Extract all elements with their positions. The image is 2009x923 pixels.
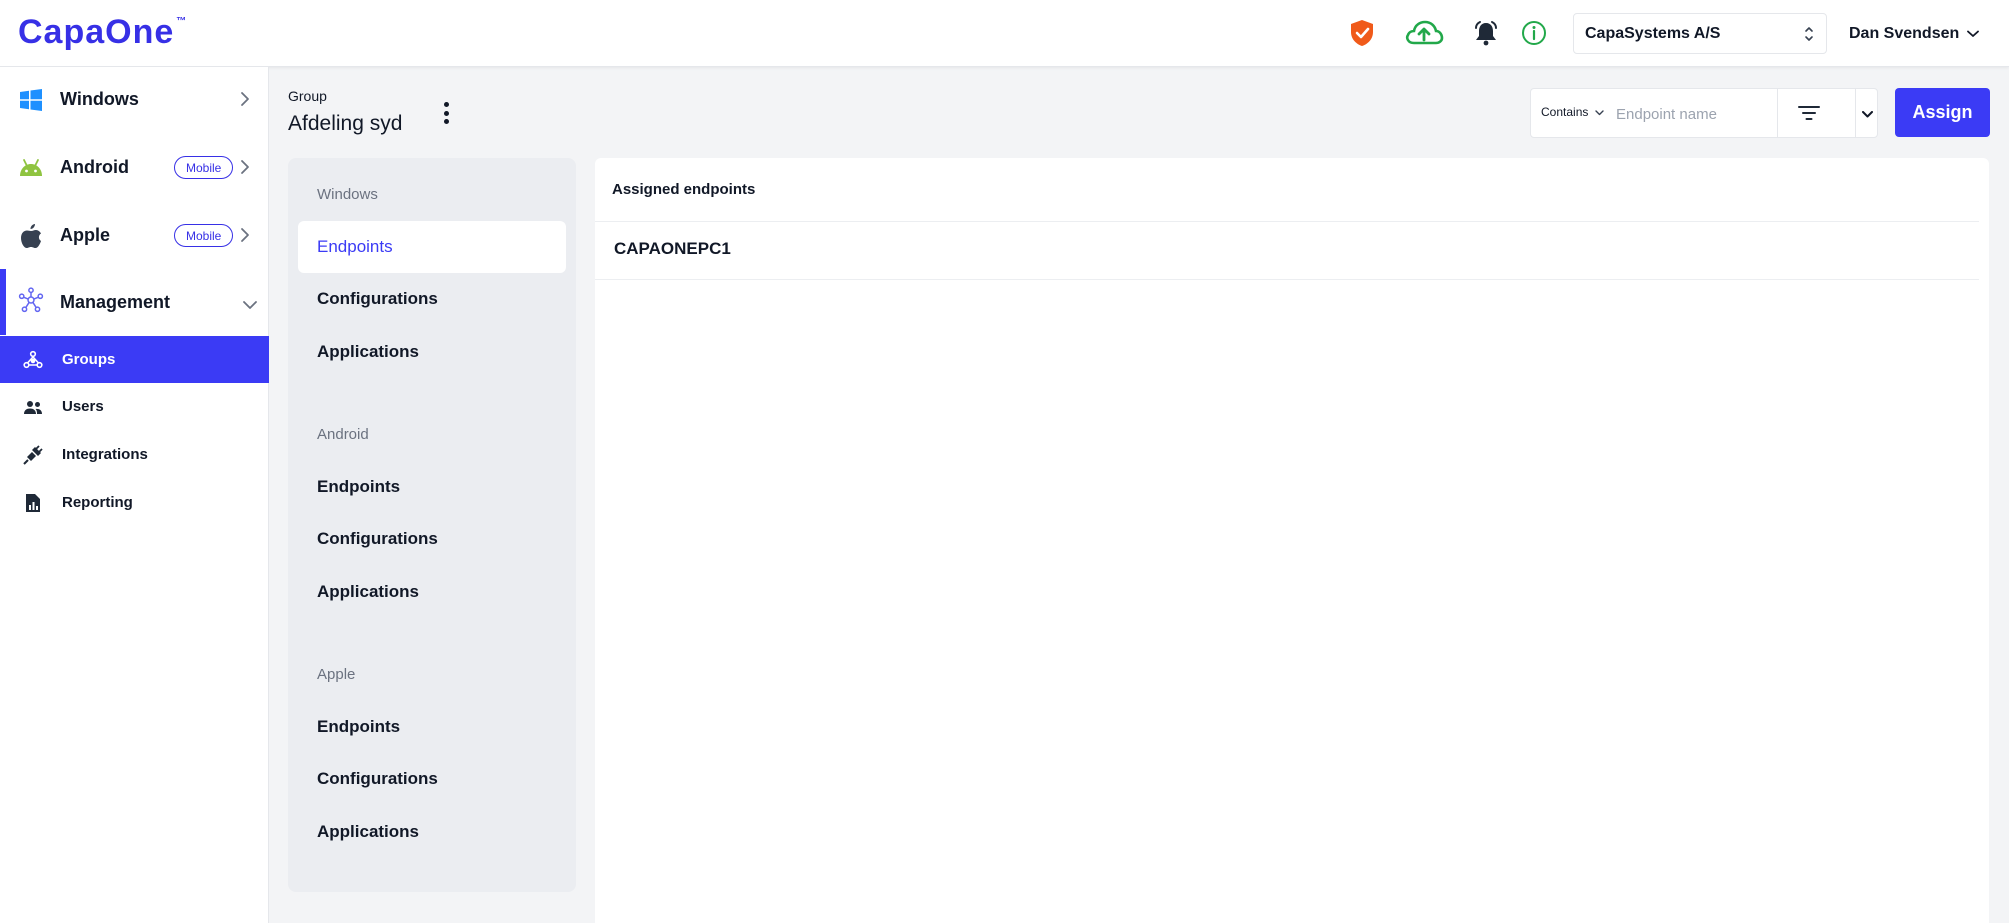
top-header: CapaOne ™ CapaSystems A/S Dan Svendsen [0,0,2009,67]
report-icon [23,493,43,513]
sidebar-subitem-integrations[interactable]: Integrations [0,431,269,478]
filter-icon[interactable] [1795,101,1823,125]
chevron-right-icon [240,91,250,112]
sidebar-subitem-groups[interactable]: Groups [0,336,269,383]
nav-android-configurations[interactable]: Configurations [298,513,566,565]
sidebar-item-label: Apple [60,224,111,245]
nav-windows-endpoints[interactable]: Endpoints [298,221,566,273]
section-heading-android: Android [317,426,369,443]
sidebar-item-management[interactable]: Management [0,269,269,335]
logo-text: CapaOne [18,13,175,51]
page-title: Afdeling syd [288,112,403,135]
divider [595,221,1979,222]
sidebar-subitem-reporting[interactable]: Reporting [0,479,269,526]
nav-android-endpoints[interactable]: Endpoints [298,461,566,513]
more-options-icon[interactable] [438,100,454,126]
apple-icon [18,223,44,249]
capaone-logo[interactable]: CapaOne ™ [18,14,186,50]
mobile-badge: Mobile [174,156,234,179]
chevron-right-icon [240,227,250,248]
sidebar-subitem-label: Users [62,398,104,415]
users-icon [23,397,43,417]
contains-label: Contains [1541,105,1589,119]
nav-apple-applications[interactable]: Applications [298,806,566,858]
sidebar-item-label: Android [60,156,129,177]
assigned-endpoints-panel: Assigned endpoints CAPAONEPC1 [595,158,1989,923]
android-icon [18,155,44,181]
endpoint-search: Contains [1530,88,1878,138]
section-heading-apple: Apple [317,666,356,683]
table-row[interactable]: CAPAONEPC1 [614,239,731,259]
sidebar-item-apple[interactable]: Apple Mobile [0,208,269,262]
shield-check-icon[interactable] [1346,17,1378,49]
windows-icon [18,87,44,113]
sidebar-subitem-label: Integrations [62,446,148,463]
chevron-right-icon [240,159,250,180]
info-icon[interactable] [1518,17,1550,49]
cloud-upload-icon[interactable] [1404,17,1444,49]
chevron-down-icon [1595,105,1605,119]
panel-heading: Assigned endpoints [612,181,756,198]
chevron-up-down-icon [1804,25,1814,48]
sidebar-item-android[interactable]: Android Mobile [0,140,269,194]
assign-button[interactable]: Assign [1895,88,1990,137]
mobile-badge: Mobile [174,224,234,247]
divider [1855,89,1856,137]
nav-windows-applications[interactable]: Applications [298,326,566,378]
groups-icon [23,350,43,370]
user-menu[interactable]: Dan Svendsen [1849,13,1980,54]
section-heading-windows: Windows [317,186,378,203]
endpoint-name-input[interactable] [1616,101,1766,127]
nav-apple-configurations[interactable]: Configurations [298,753,566,805]
sidebar: Windows Android Mobile Apple Mobile Mana… [0,67,269,923]
chevron-down-icon [1967,25,1980,43]
sidebar-item-windows[interactable]: Windows [0,72,269,126]
sidebar-item-label: Windows [60,88,139,109]
contains-dropdown[interactable]: Contains [1541,105,1605,119]
divider [595,279,1979,280]
active-indicator [0,269,6,335]
organization-select[interactable]: CapaSystems A/S [1573,13,1827,54]
nav-android-applications[interactable]: Applications [298,566,566,618]
organization-select-value: CapaSystems A/S [1585,24,1721,42]
logo-trademark: ™ [176,16,187,27]
chevron-down-icon [242,297,258,315]
platform-nav-panel: Windows Endpoints Configurations Applica… [288,158,576,892]
nav-windows-configurations[interactable]: Configurations [298,273,566,325]
divider [1777,89,1778,137]
chevron-down-icon[interactable] [1857,103,1877,125]
network-icon [18,287,44,313]
nav-apple-endpoints[interactable]: Endpoints [298,701,566,753]
bell-icon[interactable] [1470,17,1502,49]
sidebar-subitem-users[interactable]: Users [0,383,269,430]
sidebar-subitem-label: Groups [62,351,116,368]
user-name: Dan Svendsen [1849,24,1960,42]
sidebar-item-label: Management [60,291,171,312]
plug-icon [23,445,43,465]
sidebar-subitem-label: Reporting [62,494,133,511]
breadcrumb: Group [288,88,327,104]
